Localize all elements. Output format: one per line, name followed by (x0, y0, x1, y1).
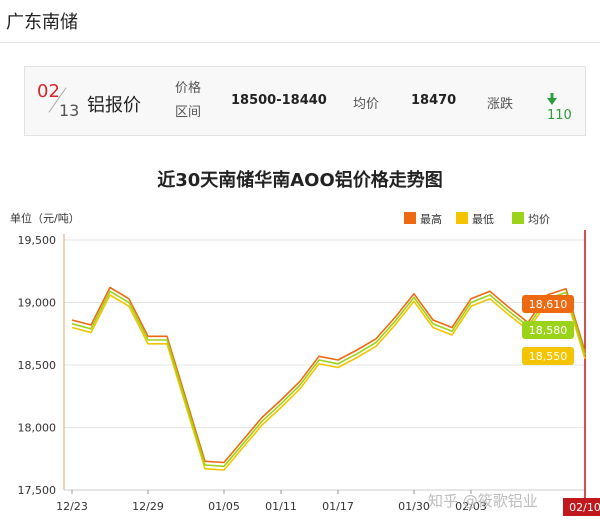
price-range-value: 18500-18440 (231, 93, 327, 108)
y-tick-label: 18,500 (18, 359, 57, 372)
y-unit-label: 单位（元/吨） (10, 211, 80, 225)
series-line-最低 (72, 295, 585, 470)
end-value-label: 18,550 (529, 350, 568, 363)
y-tick-label: 18,000 (18, 422, 57, 435)
price-range-label-line1: 价格 (175, 77, 205, 101)
arrow-down-icon (547, 93, 557, 105)
x-tick-label: 01/17 (322, 500, 354, 513)
price-change-label: 涨跌 (487, 93, 513, 112)
price-quote-bar: 02 13 铝报价 价格 区间 18500-18440 均价 18470 涨跌 … (24, 66, 586, 136)
chart-title: 近30天南储华南AOO铝价格走势图 (157, 169, 443, 191)
y-tick-label: 19,500 (18, 234, 57, 247)
end-value-label: 18,580 (529, 324, 568, 337)
x-tick-label: 01/05 (208, 500, 240, 513)
price-range-label-line2: 区间 (175, 101, 205, 125)
average-price-label: 均价 (353, 93, 379, 112)
series-line-均价 (72, 291, 585, 466)
y-tick-label: 19,000 (18, 297, 57, 310)
average-price-value: 18470 (411, 93, 456, 108)
legend-label: 均价 (528, 213, 550, 226)
x-tick-label: 02/10 (569, 501, 600, 514)
price-change-value: 110 (547, 93, 585, 123)
x-tick-label: 01/11 (265, 500, 297, 513)
quote-date: 02 13 (33, 79, 83, 123)
legend-swatch (456, 212, 468, 224)
price-range-label: 价格 区间 (175, 77, 205, 125)
legend-label: 最低 (472, 213, 494, 226)
watermark: 知乎 @筱歌铝业 (428, 492, 538, 510)
legend: 最高 最低 均价 (404, 212, 550, 226)
price-change-number: 110 (547, 108, 572, 123)
title-divider (0, 42, 600, 43)
x-tick-label: 01/30 (398, 500, 430, 513)
price-trend-chart: 近30天南储华南AOO铝价格走势图 单位（元/吨） 17,500 18,000 18… (0, 150, 600, 526)
chart-svg: 近30天南储华南AOO铝价格走势图 单位（元/吨） 17,500 18,000 18… (0, 150, 600, 526)
legend-swatch (404, 212, 416, 224)
end-value-label: 18,610 (529, 298, 568, 311)
y-tick-label: 17,500 (18, 484, 57, 497)
x-tick-label: 12/29 (132, 500, 164, 513)
page-title: 广东南储 (6, 8, 78, 34)
series-lines (72, 288, 585, 471)
end-value-labels: 18,610 18,580 18,550 (522, 295, 574, 365)
legend-label: 最高 (420, 212, 442, 226)
product-name: 铝报价 (87, 91, 141, 117)
legend-swatch (512, 212, 524, 224)
quote-day: 13 (59, 101, 79, 120)
x-tick-label: 12/23 (56, 500, 88, 513)
